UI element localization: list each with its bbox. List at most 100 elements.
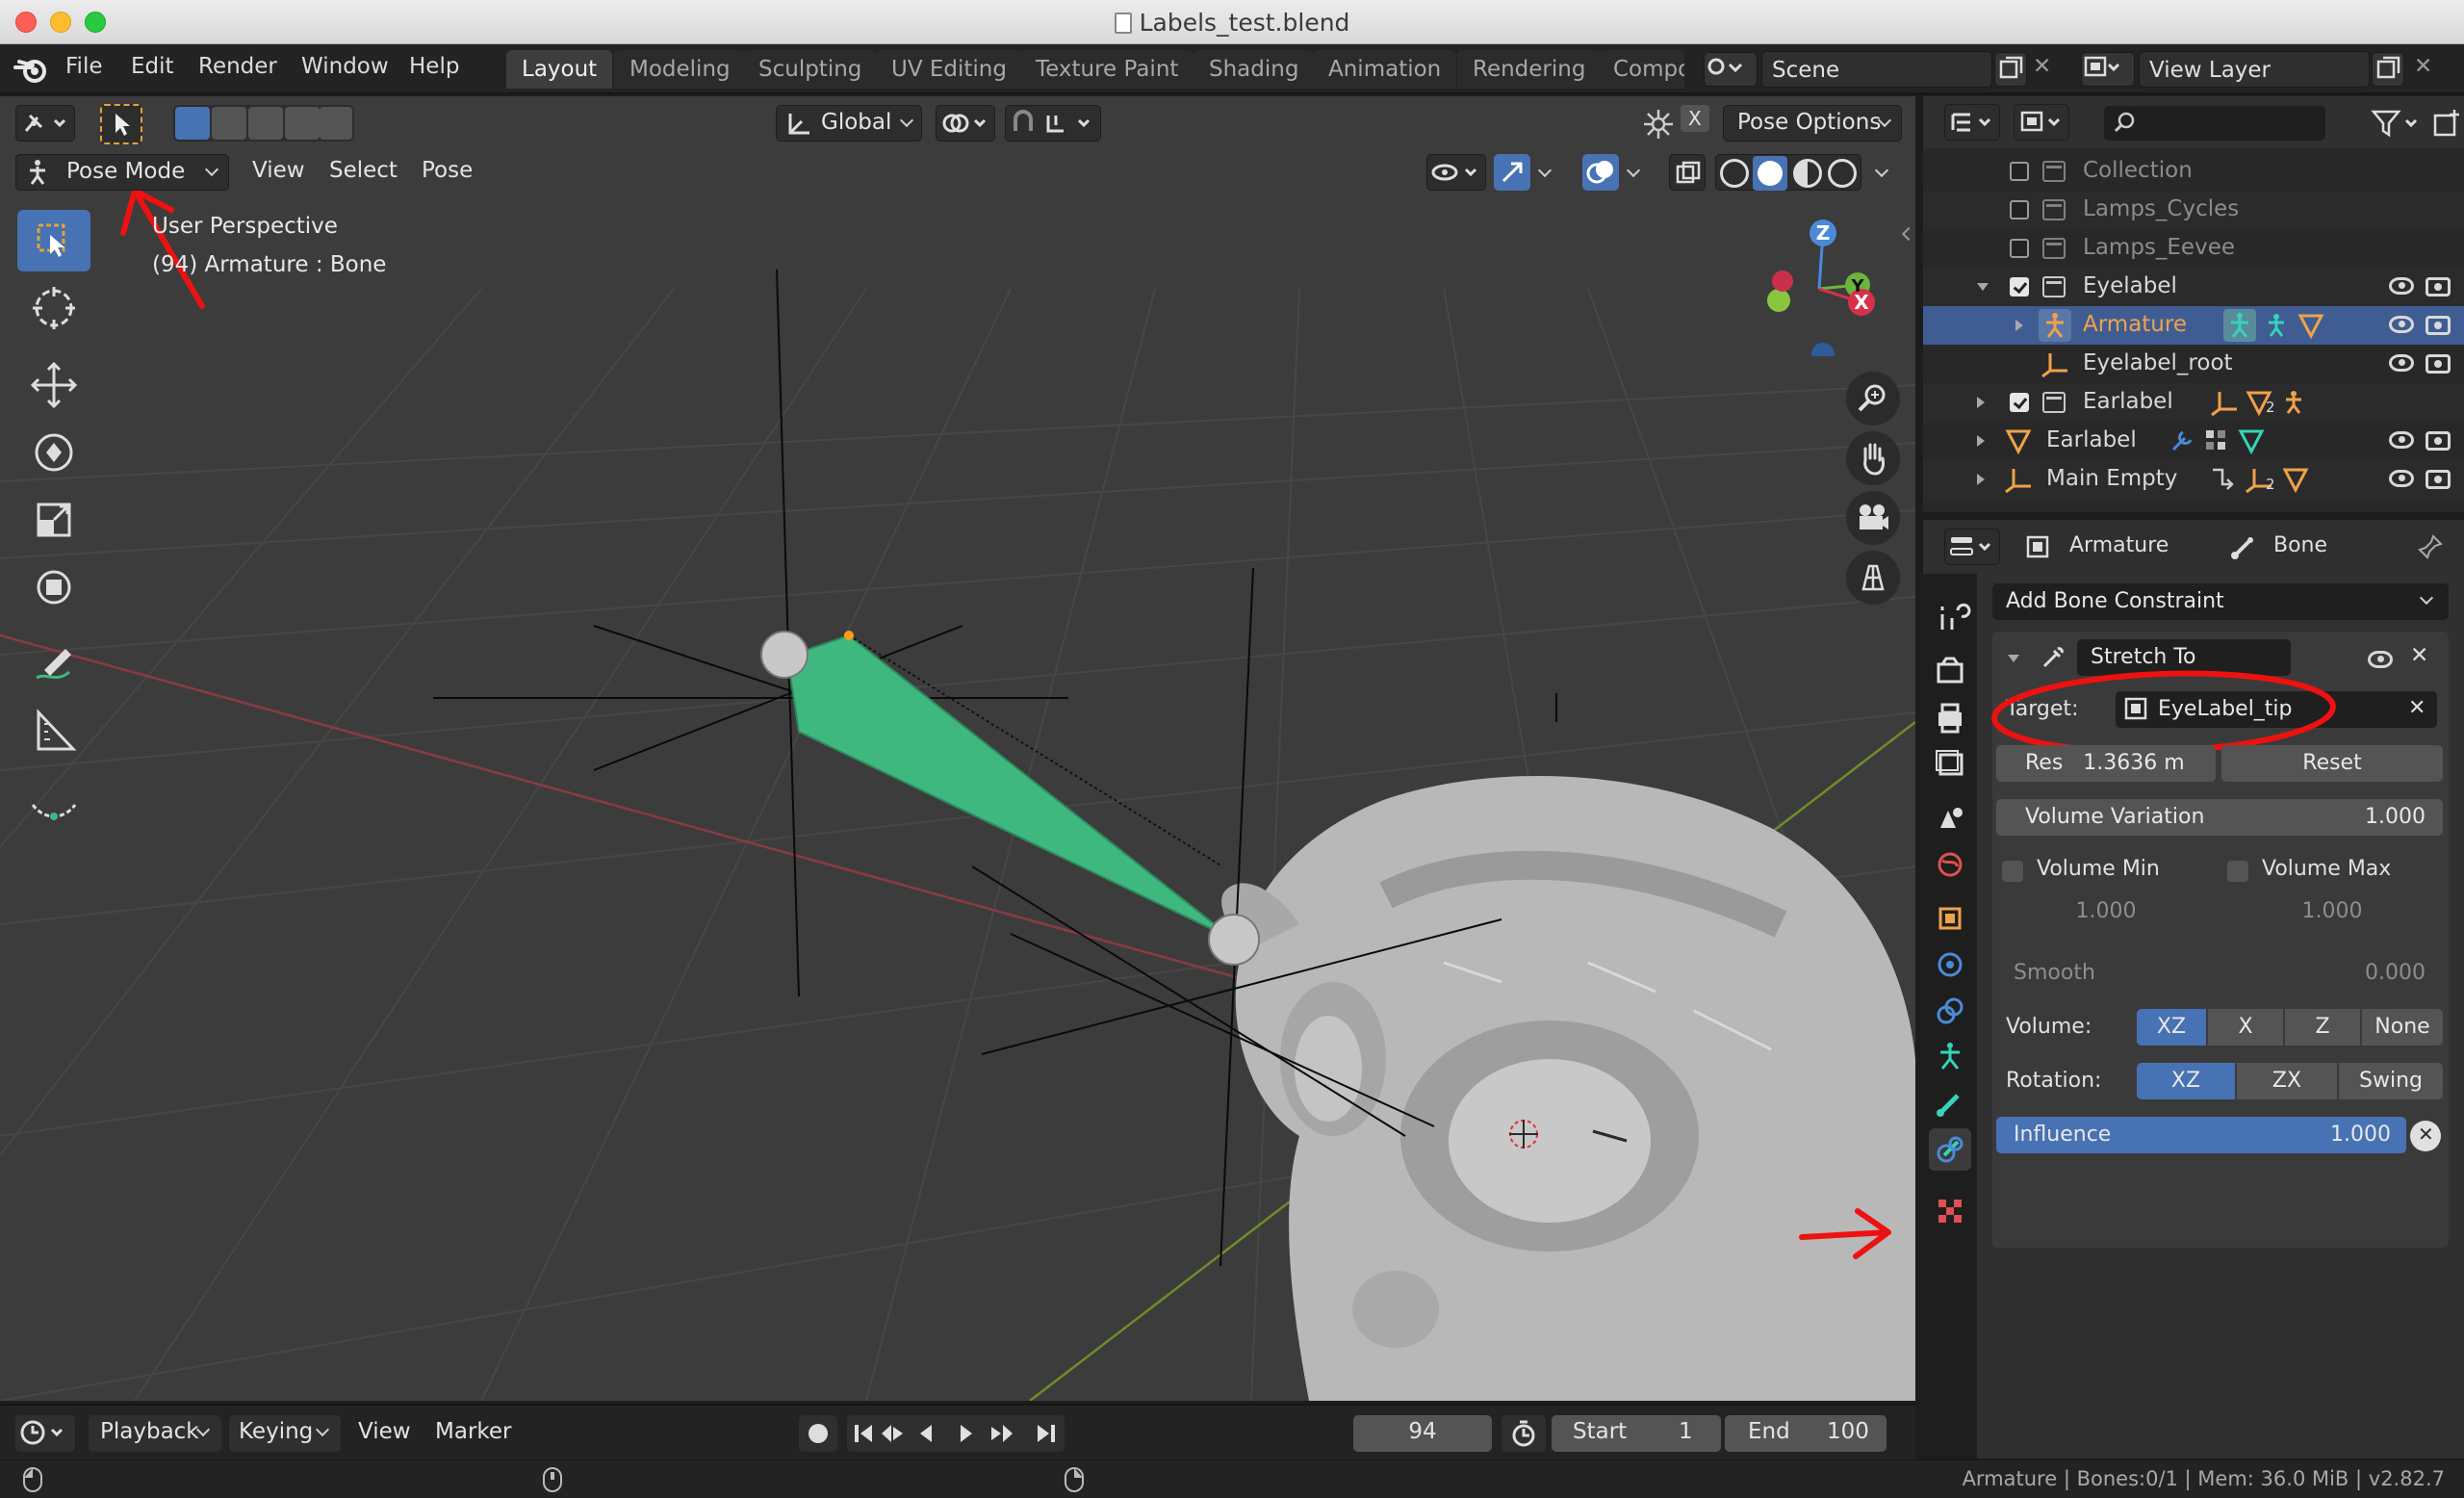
mesh-data-icon[interactable] xyxy=(2237,426,2266,455)
tab-scene[interactable] xyxy=(1929,797,1971,839)
outliner-row-eyelabel[interactable]: Eyelabel xyxy=(1923,268,2464,306)
menu-render[interactable]: Render xyxy=(198,54,277,79)
rotation-swing-option[interactable]: Swing xyxy=(2339,1063,2443,1099)
scale-tool[interactable] xyxy=(17,489,90,551)
render-camera-icon[interactable] xyxy=(2426,316,2451,335)
tab-output[interactable] xyxy=(1929,697,1971,739)
material-shading-icon[interactable] xyxy=(1793,159,1822,188)
select-extend-icon[interactable] xyxy=(212,107,246,140)
collapse-arrow-icon[interactable] xyxy=(2008,655,2019,662)
tab-texture[interactable] xyxy=(1929,1190,1971,1232)
timeline-editor-type-button[interactable] xyxy=(15,1415,75,1452)
tab-sculpting[interactable]: Sculpting xyxy=(743,50,878,89)
render-camera-icon[interactable] xyxy=(2426,354,2451,374)
rotate-tool[interactable] xyxy=(17,422,90,483)
playback-controls-icons[interactable] xyxy=(847,1415,1065,1452)
bone[interactable] xyxy=(785,633,1235,941)
select-subtract-icon[interactable] xyxy=(248,107,283,140)
remove-scene-icon[interactable]: ✕ xyxy=(2033,54,2051,79)
tab-rendering[interactable]: Rendering xyxy=(1457,50,1602,89)
add-bone-constraint-dropdown[interactable]: Add Bone Constraint xyxy=(1992,583,2449,620)
gizmo-icon[interactable] xyxy=(1642,108,1675,141)
menu-select[interactable]: Select xyxy=(329,158,398,183)
tab-shading[interactable]: Shading xyxy=(1194,50,1315,89)
3d-viewport[interactable]: Global X Pose Options Pose Mode View Sel… xyxy=(0,96,1915,1401)
outliner-row-eyelabel-root[interactable]: Eyelabel_root xyxy=(1923,345,2464,383)
show-overlays-toggle[interactable] xyxy=(1582,154,1619,191)
bone-tool[interactable] xyxy=(17,778,90,839)
volume-xz-option[interactable]: XZ xyxy=(2137,1009,2206,1046)
monkey-mesh[interactable] xyxy=(1221,776,1915,1401)
select-invert-icon[interactable] xyxy=(285,107,320,140)
clear-target-icon[interactable]: ✕ xyxy=(2408,696,2426,720)
outliner-row-lamps-eevee[interactable]: Lamps_Eevee xyxy=(1923,229,2464,268)
scene-name-field[interactable]: Scene xyxy=(1761,51,1992,88)
bone-head-joint[interactable] xyxy=(760,631,808,679)
exclude-checkbox[interactable] xyxy=(2010,162,2029,181)
volume-min-checkbox[interactable] xyxy=(2002,861,2023,882)
expand-arrow-icon[interactable] xyxy=(2015,320,2023,331)
disable-keep-transform-button[interactable]: ✕ xyxy=(2410,1121,2441,1151)
playback-menu[interactable]: Playback xyxy=(89,1415,221,1452)
timeline-menu-view[interactable]: View xyxy=(358,1419,411,1444)
volume-max-checkbox[interactable] xyxy=(2227,861,2248,882)
outliner-row-earlabel-mesh[interactable]: Earlabel xyxy=(1923,422,2464,460)
end-frame-field[interactable]: End 100 xyxy=(1725,1415,1886,1452)
vertex-groups-icon[interactable] xyxy=(2202,426,2231,455)
menu-window[interactable]: Window xyxy=(301,54,389,79)
expand-arrow-icon[interactable] xyxy=(1977,435,1985,447)
tab-physics[interactable] xyxy=(1929,943,1971,986)
menu-pose[interactable]: Pose xyxy=(422,158,473,183)
visibility-eye-icon[interactable] xyxy=(2389,431,2414,449)
tab-bone-constraints[interactable] xyxy=(1929,1128,1971,1171)
outliner-search-input[interactable] xyxy=(2104,106,2325,141)
tab-uv-editing[interactable]: UV Editing xyxy=(876,50,1022,89)
smooth-field[interactable]: Smooth 0.000 xyxy=(1996,955,2443,992)
outliner-row-lamps-cycles[interactable]: Lamps_Cycles xyxy=(1923,191,2464,229)
tab-object[interactable] xyxy=(1929,897,1971,940)
rotation-zx-option[interactable]: ZX xyxy=(2237,1063,2337,1099)
expand-arrow-icon[interactable] xyxy=(1977,474,1985,485)
scene-selector-button[interactable] xyxy=(1704,52,1758,87)
tab-armature-data[interactable] xyxy=(1929,1036,1971,1078)
view-layer-selector-button[interactable] xyxy=(2081,52,2135,87)
tab-object-constraints[interactable] xyxy=(1929,990,1971,1032)
select-box-tool[interactable] xyxy=(17,210,90,271)
blender-logo-icon[interactable] xyxy=(13,54,48,85)
chevron-down-icon[interactable] xyxy=(1874,163,1889,178)
armature-data-icon[interactable] xyxy=(2262,311,2291,340)
outliner-row-armature[interactable]: Armature xyxy=(1923,306,2464,345)
show-gizmo-toggle[interactable] xyxy=(1494,154,1530,191)
tab-texture-paint[interactable]: Texture Paint xyxy=(1020,50,1194,89)
visibility-eye-icon[interactable] xyxy=(2389,470,2414,487)
visibility-dropdown[interactable] xyxy=(1426,154,1486,191)
tab-view-layer[interactable] xyxy=(1929,743,1971,786)
exclude-checkbox[interactable] xyxy=(2010,277,2029,297)
wrench-modifier-icon[interactable] xyxy=(2168,426,2196,455)
navigation-gizmo[interactable]: Z Y X xyxy=(1761,212,1877,356)
volume-variation-field[interactable]: Volume Variation 1.000 xyxy=(1996,799,2443,836)
pivot-point-dropdown[interactable] xyxy=(936,105,995,142)
camera-view-button[interactable] xyxy=(1846,491,1900,545)
use-preview-range-button[interactable] xyxy=(1502,1415,1546,1452)
new-collection-button[interactable] xyxy=(2431,106,2464,141)
influence-slider[interactable]: Influence 1.000 xyxy=(1996,1117,2406,1153)
cursor-tool[interactable] xyxy=(17,277,90,339)
mode-dropdown[interactable]: Pose Mode xyxy=(15,154,229,191)
chevron-down-icon[interactable] xyxy=(1626,163,1641,178)
move-tool[interactable] xyxy=(17,354,90,416)
rendered-shading-icon[interactable] xyxy=(1828,159,1857,188)
tab-layout[interactable]: Layout xyxy=(506,50,613,89)
volume-x-option[interactable]: X xyxy=(2208,1009,2283,1046)
menu-edit[interactable]: Edit xyxy=(131,54,174,79)
outliner-editor-type-button[interactable] xyxy=(1944,104,2000,141)
expand-arrow-icon[interactable] xyxy=(1977,397,1985,408)
menu-file[interactable]: File xyxy=(65,54,103,79)
editor-type-button[interactable] xyxy=(15,105,75,142)
exclude-checkbox[interactable] xyxy=(2010,393,2029,412)
rotation-xz-option[interactable]: XZ xyxy=(2137,1063,2235,1099)
pan-button[interactable] xyxy=(1846,431,1900,485)
transform-orientation-dropdown[interactable]: Global xyxy=(776,105,922,142)
new-view-layer-button[interactable] xyxy=(2372,52,2404,87)
visibility-eye-icon[interactable] xyxy=(2389,354,2414,372)
